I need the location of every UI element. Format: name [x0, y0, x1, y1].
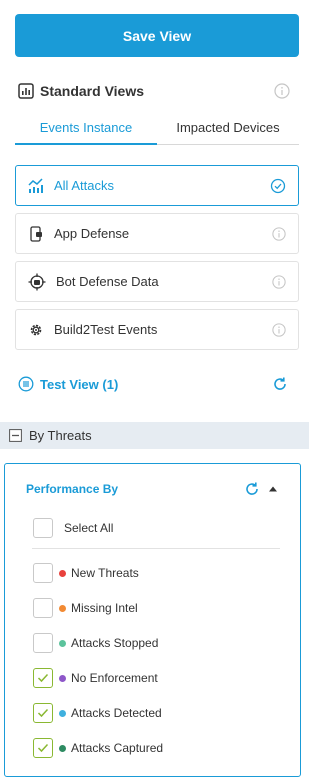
threat-row-no-enforcement[interactable]: No Enforcement — [33, 668, 158, 688]
threat-label: No Enforcement — [71, 671, 158, 685]
status-dot — [59, 674, 66, 682]
checkmark-icon — [37, 708, 49, 718]
info-icon[interactable] — [274, 83, 290, 99]
threat-label: Attacks Captured — [71, 741, 164, 755]
refresh-icon[interactable] — [272, 376, 288, 392]
list-circle-icon — [18, 376, 34, 392]
checkmark-icon — [37, 743, 49, 753]
threat-checkbox[interactable] — [33, 738, 53, 758]
status-dot — [59, 604, 66, 612]
bar-chart-icon — [18, 83, 34, 99]
test-view-row[interactable]: Test View (1) — [18, 374, 288, 394]
select-all-label: Select All — [64, 521, 114, 535]
threat-label: Attacks Detected — [71, 706, 162, 720]
tab-impacted-devices[interactable]: Impacted Devices — [157, 113, 299, 145]
view-item-app-defense[interactable]: App Defense — [15, 213, 299, 254]
status-dot — [59, 569, 66, 577]
by-threats-label: By Threats — [29, 428, 92, 443]
test-view-label: Test View (1) — [40, 376, 119, 392]
mobile-app-icon — [28, 225, 44, 242]
threat-checkbox[interactable] — [33, 633, 53, 653]
check-circle-icon — [270, 178, 286, 194]
status-dot — [59, 639, 66, 647]
threat-row-new-threats[interactable]: New Threats — [33, 563, 139, 583]
gear-icon — [28, 322, 44, 338]
performance-panel: Performance By Select All New Threats Mi… — [4, 463, 301, 777]
caret-up-icon[interactable] — [268, 485, 278, 493]
threat-row-attacks-captured[interactable]: Attacks Captured — [33, 738, 163, 758]
tab-events-instance[interactable]: Events Instance — [15, 113, 157, 145]
threat-label: New Threats — [71, 566, 139, 580]
by-threats-section-header[interactable]: By Threats — [0, 422, 309, 449]
view-item-bot-defense-data[interactable]: Bot Defense Data — [15, 261, 299, 302]
select-all-row[interactable]: Select All — [33, 518, 113, 538]
view-item-label: Build2Test Events — [54, 322, 158, 337]
save-view-button[interactable]: Save View — [15, 14, 299, 57]
threat-label: Attacks Stopped — [71, 636, 159, 650]
threat-checkbox[interactable] — [33, 668, 53, 688]
threat-row-missing-intel[interactable]: Missing Intel — [33, 598, 138, 618]
view-tabs: Events Instance Impacted Devices — [15, 113, 299, 145]
info-icon[interactable] — [272, 226, 286, 241]
trend-chart-icon — [28, 177, 44, 194]
divider — [32, 548, 280, 549]
view-item-label: App Defense — [54, 226, 130, 241]
view-item-label: All Attacks — [54, 178, 114, 193]
refresh-icon[interactable] — [244, 481, 260, 497]
threat-row-attacks-stopped[interactable]: Attacks Stopped — [33, 633, 158, 653]
view-item-build2test-events[interactable]: Build2Test Events — [15, 309, 299, 350]
standard-views-title: Standard Views — [40, 83, 145, 99]
info-icon[interactable] — [272, 274, 286, 289]
threat-row-attacks-detected[interactable]: Attacks Detected — [33, 703, 162, 723]
collapse-minus-icon[interactable] — [9, 429, 22, 442]
select-all-checkbox[interactable] — [33, 518, 53, 538]
threat-label: Missing Intel — [71, 601, 138, 615]
performance-header: Performance By — [26, 480, 278, 498]
threat-checkbox[interactable] — [33, 598, 53, 618]
info-icon[interactable] — [272, 322, 286, 337]
view-item-all-attacks[interactable]: All Attacks — [15, 165, 299, 206]
status-dot — [59, 744, 66, 752]
bot-target-icon — [28, 273, 46, 291]
view-item-label: Bot Defense Data — [56, 274, 159, 289]
threat-checkbox[interactable] — [33, 703, 53, 723]
standard-views-header: Standard Views — [18, 81, 290, 101]
status-dot — [59, 709, 66, 717]
threat-checkbox[interactable] — [33, 563, 53, 583]
performance-title: Performance By — [26, 482, 119, 496]
checkmark-icon — [37, 673, 49, 683]
